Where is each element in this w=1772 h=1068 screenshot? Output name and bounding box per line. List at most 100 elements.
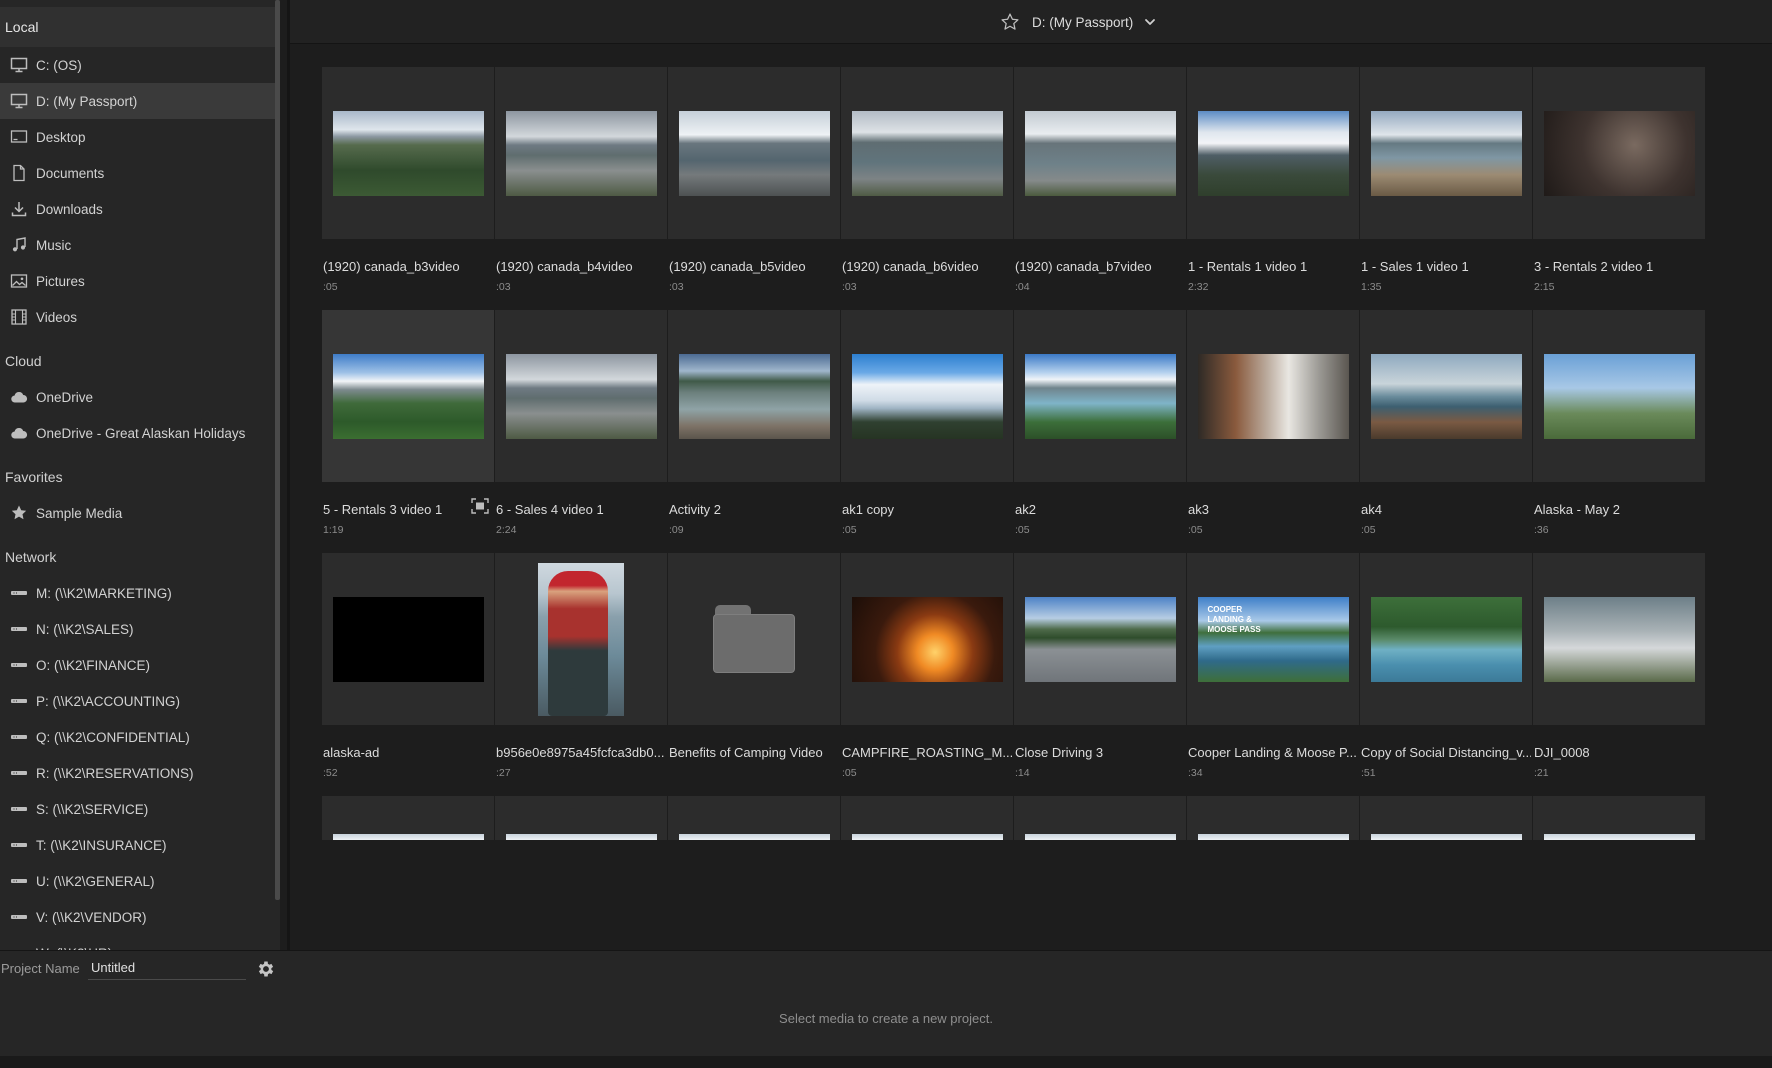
thumbnail[interactable] xyxy=(1014,796,1186,840)
sidebar-item-network[interactable]: V: (\\K2\VENDOR) xyxy=(0,899,280,935)
gear-icon[interactable] xyxy=(256,959,276,979)
thumbnail[interactable] xyxy=(1360,796,1532,840)
media-tile[interactable]: ak2:05 xyxy=(1014,310,1186,540)
media-tile[interactable]: Close Driving 3:14 xyxy=(1014,553,1186,783)
star-icon xyxy=(9,504,29,522)
sidebar-item-network[interactable]: R: (\\K2\RESERVATIONS) xyxy=(0,755,280,791)
media-tile[interactable]: (1920) canada_b5video:03 xyxy=(668,67,840,297)
sidebar-item-local[interactable]: Videos xyxy=(0,299,280,335)
sidebar-item-network[interactable]: N: (\\K2\SALES) xyxy=(0,611,280,647)
thumbnail[interactable] xyxy=(495,67,667,239)
media-tile[interactable]: ak1 copy:05 xyxy=(841,310,1013,540)
thumbnail[interactable] xyxy=(668,796,840,840)
location-selector[interactable]: D: (My Passport) xyxy=(1000,9,1157,35)
thumbnail[interactable] xyxy=(1014,553,1186,725)
media-name: DJI_0008 xyxy=(1534,745,1590,760)
thumbnail[interactable] xyxy=(841,67,1013,239)
sidebar-item-local[interactable]: Documents xyxy=(0,155,280,191)
thumbnail[interactable] xyxy=(668,553,840,725)
sidebar-item-network[interactable]: P: (\\K2\ACCOUNTING) xyxy=(0,683,280,719)
media-tile[interactable]: b956e0e8975a45fcfca3db0...:27 xyxy=(495,553,667,783)
thumbnail[interactable] xyxy=(1187,310,1359,482)
media-tile[interactable]: Copy of Social Distancing_v...:51 xyxy=(1360,553,1532,783)
thumbnail[interactable] xyxy=(1360,310,1532,482)
media-tile[interactable]: 1 - Rentals 1 video 1 2:32 xyxy=(1187,67,1359,297)
media-tile[interactable]: (1920) canada_b6video:03 xyxy=(841,67,1013,297)
media-tile[interactable]: 6 - Sales 4 video 1 2:24 xyxy=(495,310,667,540)
media-tile[interactable]: 3 - Rentals 2 video 1 2:15 xyxy=(1533,67,1705,297)
media-tile[interactable]: ak3:05 xyxy=(1187,310,1359,540)
thumbnail[interactable] xyxy=(1014,67,1186,239)
media-tile[interactable] xyxy=(1187,796,1359,950)
media-tile[interactable] xyxy=(668,796,840,950)
thumbnail[interactable] xyxy=(1014,310,1186,482)
folder-tile[interactable]: Benefits of Camping Video xyxy=(668,553,840,783)
sidebar-item-local[interactable]: C: (OS) xyxy=(0,47,280,83)
thumbnail[interactable] xyxy=(322,796,494,840)
thumbnail[interactable] xyxy=(322,553,494,725)
media-duration: :03 xyxy=(496,281,511,293)
media-tile[interactable]: 1 - Sales 1 video 1 1:35 xyxy=(1360,67,1532,297)
thumbnail[interactable] xyxy=(1187,67,1359,239)
sidebar-item-local[interactable]: Downloads xyxy=(0,191,280,227)
media-tile[interactable]: DJI_0008:21 xyxy=(1533,553,1705,783)
thumbnail[interactable] xyxy=(1360,553,1532,725)
sidebar-item-network[interactable]: O: (\\K2\FINANCE) xyxy=(0,647,280,683)
thumbnail[interactable] xyxy=(841,796,1013,840)
thumbnail[interactable] xyxy=(1360,67,1532,239)
thumbnail[interactable] xyxy=(668,67,840,239)
thumbnail[interactable] xyxy=(1533,310,1705,482)
location-label[interactable]: D: (My Passport) xyxy=(1032,15,1133,30)
media-tile[interactable]: alaska-ad:52 xyxy=(322,553,494,783)
thumbnail[interactable] xyxy=(841,553,1013,725)
media-tile[interactable] xyxy=(495,796,667,950)
media-tile[interactable]: 5 - Rentals 3 video 1 1:19 xyxy=(322,310,494,540)
thumbnail[interactable] xyxy=(1533,796,1705,840)
media-tile[interactable] xyxy=(1014,796,1186,950)
thumbnail[interactable] xyxy=(1533,553,1705,725)
sidebar-item-cloud[interactable]: OneDrive xyxy=(0,379,280,415)
thumbnail[interactable]: COOPER LANDING & MOOSE PASS xyxy=(1187,553,1359,725)
thumbnail[interactable] xyxy=(841,310,1013,482)
expand-preview-icon[interactable] xyxy=(471,498,489,514)
sidebar-item-local[interactable]: D: (My Passport) xyxy=(0,83,280,119)
thumbnail[interactable] xyxy=(322,310,494,482)
media-tile[interactable]: (1920) canada_b7video:04 xyxy=(1014,67,1186,297)
media-tile[interactable] xyxy=(841,796,1013,950)
media-tile[interactable] xyxy=(1360,796,1532,950)
sidebar-scrollbar[interactable] xyxy=(275,0,280,900)
media-tile[interactable]: CAMPFIRE_ROASTING_M...:05 xyxy=(841,553,1013,783)
thumbnail[interactable] xyxy=(495,553,667,725)
sidebar-item-local[interactable]: Pictures xyxy=(0,263,280,299)
sidebar-item-network[interactable]: U: (\\K2\GENERAL) xyxy=(0,863,280,899)
media-tile[interactable]: COOPER LANDING & MOOSE PASS Cooper Landin… xyxy=(1187,553,1359,783)
star-outline-icon[interactable] xyxy=(1000,12,1020,32)
sidebar-item-network[interactable]: M: (\\K2\MARKETING) xyxy=(0,575,280,611)
chevron-down-icon[interactable] xyxy=(1143,15,1157,29)
media-tile[interactable]: (1920) canada_b4video:03 xyxy=(495,67,667,297)
sidebar-item-local[interactable]: Desktop xyxy=(0,119,280,155)
sidebar-item-network[interactable]: T: (\\K2\INSURANCE) xyxy=(0,827,280,863)
thumbnail[interactable] xyxy=(495,796,667,840)
thumbnail-image xyxy=(332,834,484,840)
thumbnail[interactable] xyxy=(1187,796,1359,840)
thumbnail[interactable] xyxy=(495,310,667,482)
project-name-input[interactable] xyxy=(88,956,246,980)
media-tile[interactable]: Activity 2:09 xyxy=(668,310,840,540)
thumbnail[interactable] xyxy=(322,67,494,239)
sidebar-item-label: OneDrive xyxy=(36,389,94,405)
sidebar-item-network[interactable]: Q: (\\K2\CONFIDENTIAL) xyxy=(0,719,280,755)
media-tile[interactable] xyxy=(322,796,494,950)
sidebar-item-cloud[interactable]: OneDrive - Great Alaskan Holidays xyxy=(0,415,280,451)
media-tile[interactable] xyxy=(1533,796,1705,950)
thumbnail[interactable] xyxy=(668,310,840,482)
sidebar-item-local[interactable]: Music xyxy=(0,227,280,263)
media-tile[interactable]: Alaska - May 2:36 xyxy=(1533,310,1705,540)
sidebar-item-network[interactable]: W: (\\K2\HR) xyxy=(0,935,280,951)
media-tile[interactable]: ak4:05 xyxy=(1360,310,1532,540)
thumbnail-image xyxy=(851,596,1003,682)
thumbnail[interactable] xyxy=(1533,67,1705,239)
media-tile[interactable]: (1920) canada_b3video:05 xyxy=(322,67,494,297)
sidebar-item-network[interactable]: S: (\\K2\SERVICE) xyxy=(0,791,280,827)
sidebar-item-favorite[interactable]: Sample Media xyxy=(0,495,280,531)
